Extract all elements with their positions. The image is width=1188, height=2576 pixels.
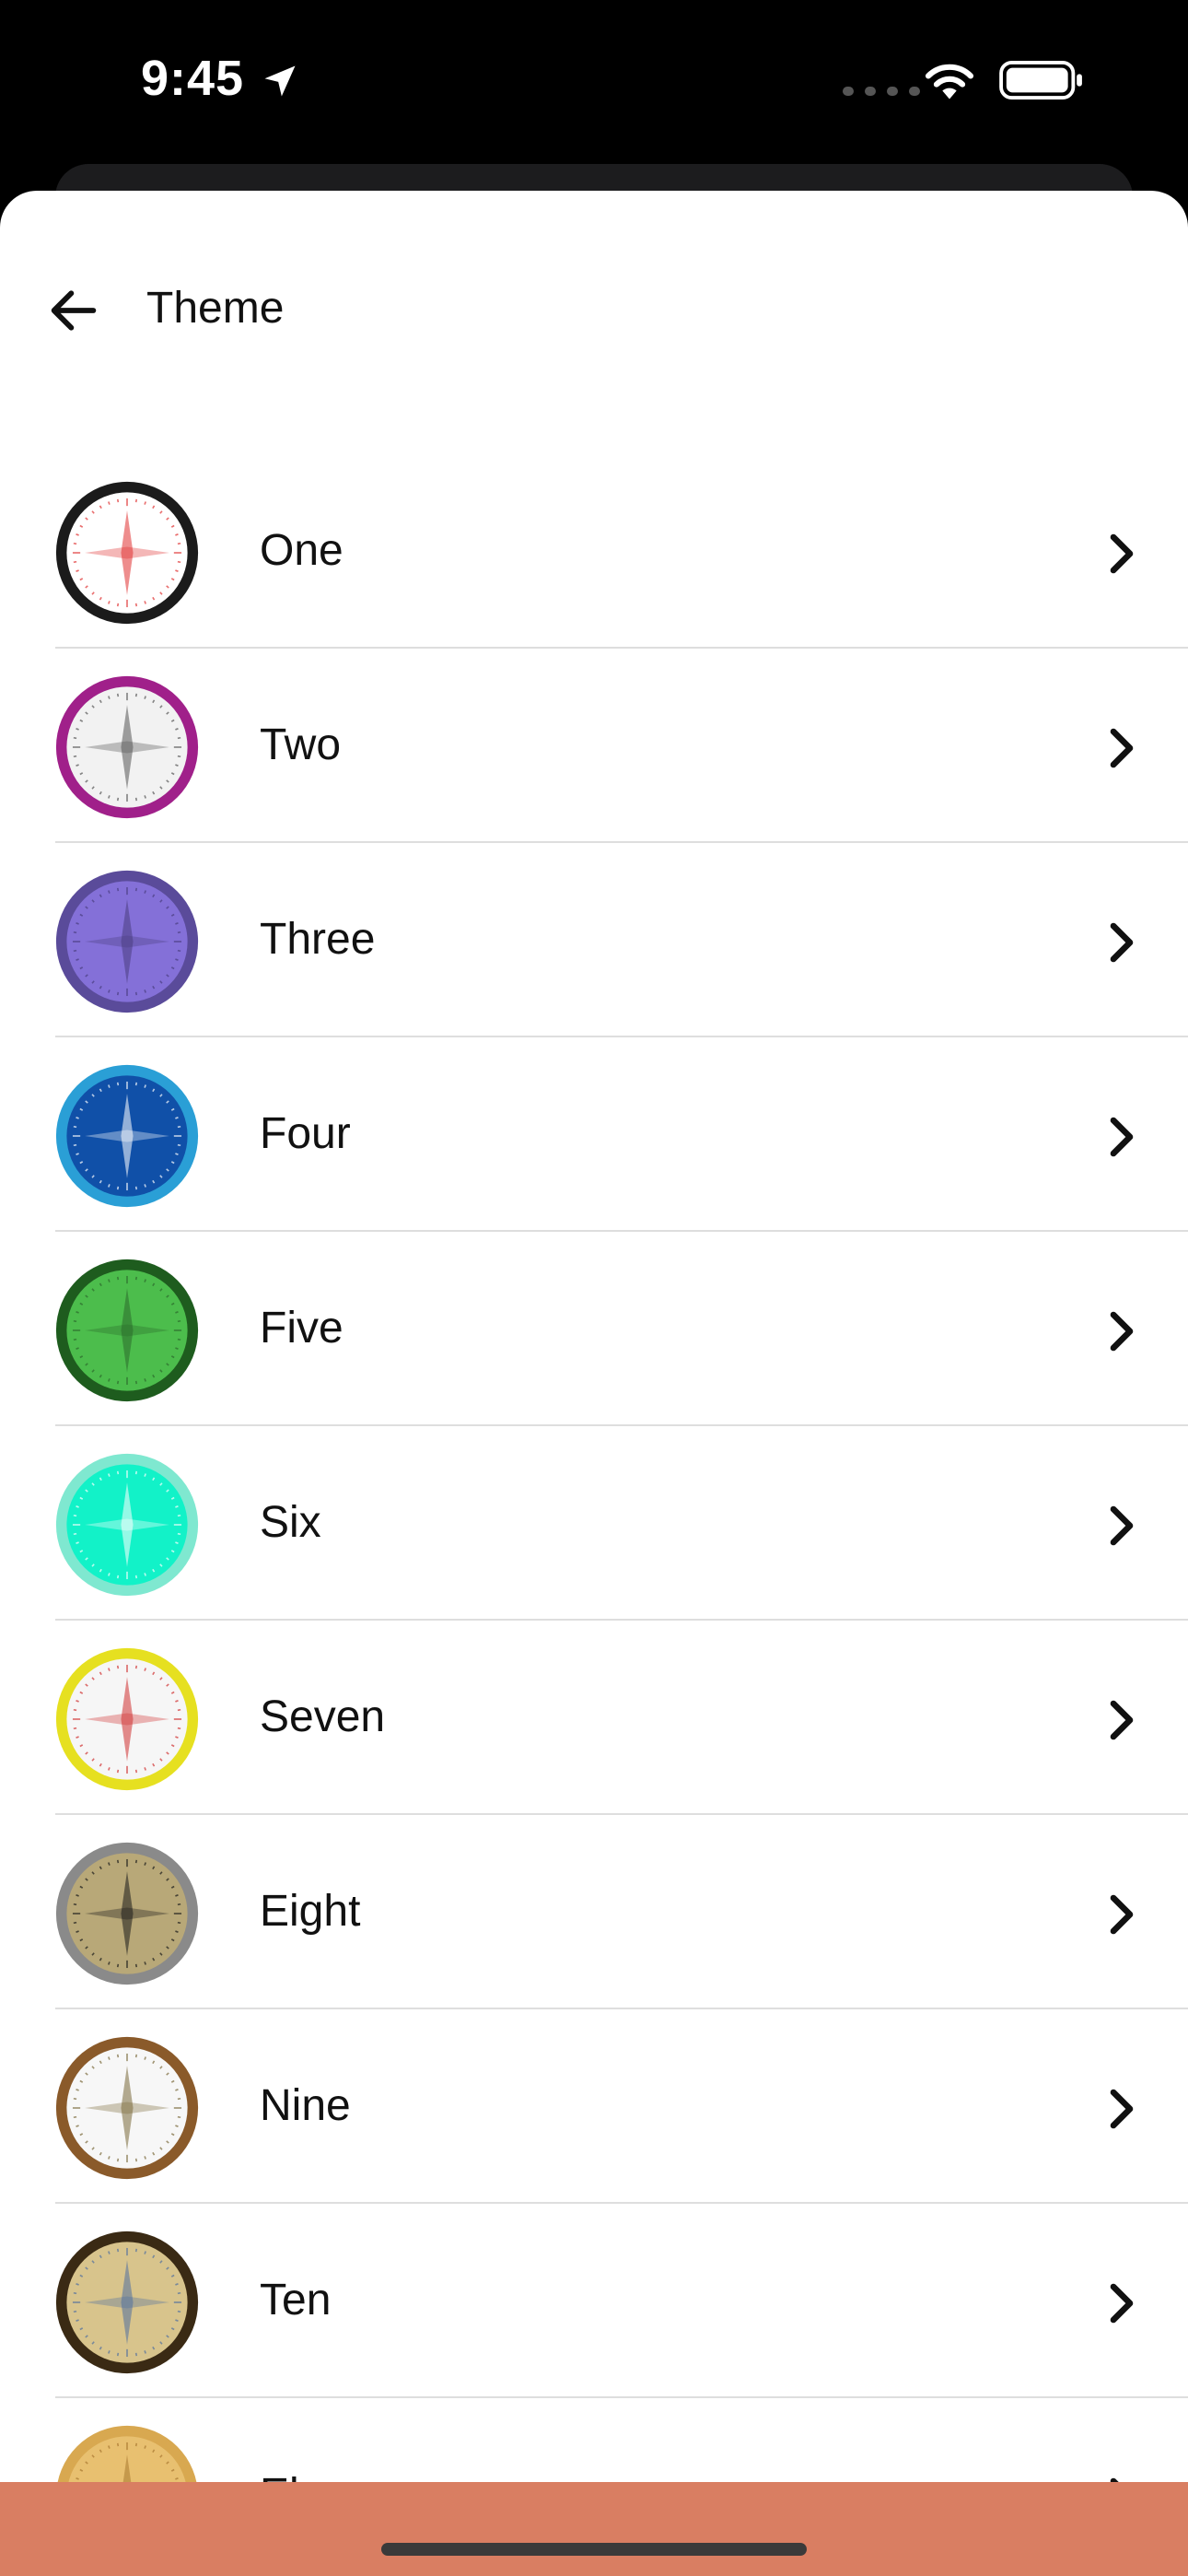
theme-label: Two: [260, 720, 342, 769]
theme-label: Three: [260, 915, 376, 964]
chevron-right-icon: [1110, 2283, 1134, 2324]
theme-row-ten[interactable]: Ten: [0, 2204, 1188, 2398]
chevron-right-icon: [1110, 1311, 1134, 1352]
status-time: 9:45: [141, 51, 245, 106]
theme-label: Seven: [260, 1692, 386, 1741]
chevron-right-icon: [1110, 1700, 1134, 1740]
compass-thumbnail-icon: [55, 1647, 199, 1791]
page-title: Theme: [146, 284, 285, 333]
location-arrow-icon: [264, 65, 296, 97]
compass-thumbnail-icon: [55, 1259, 199, 1402]
theme-label: Eight: [260, 1887, 361, 1936]
theme-row-five[interactable]: Five: [0, 1232, 1188, 1426]
chevron-right-icon: [1110, 728, 1134, 768]
header: Theme: [0, 191, 1188, 375]
chevron-right-icon: [1110, 533, 1134, 574]
theme-row-four[interactable]: Four: [0, 1037, 1188, 1232]
theme-label: Five: [260, 1304, 344, 1352]
theme-label: Ten: [260, 2276, 332, 2324]
compass-thumbnail-icon: [55, 481, 199, 625]
bottom-bar: [0, 2482, 1188, 2576]
compass-thumbnail-icon: [55, 2231, 199, 2374]
theme-row-nine[interactable]: Nine: [0, 2009, 1188, 2204]
theme-row-one[interactable]: One: [0, 454, 1188, 649]
chevron-right-icon: [1110, 922, 1134, 963]
theme-row-eight[interactable]: Eight: [0, 1815, 1188, 2009]
theme-row-three[interactable]: Three: [0, 843, 1188, 1037]
cellular-signal-icon: [843, 87, 920, 96]
compass-thumbnail-icon: [55, 1453, 199, 1597]
compass-thumbnail-icon: [55, 870, 199, 1013]
theme-row-seven[interactable]: Seven: [0, 1621, 1188, 1815]
theme-label: Four: [260, 1109, 351, 1158]
theme-label: Nine: [260, 2081, 351, 2130]
home-indicator[interactable]: [381, 2543, 807, 2556]
chevron-right-icon: [1110, 1505, 1134, 1546]
theme-row-two[interactable]: Two: [0, 649, 1188, 843]
compass-thumbnail-icon: [55, 2036, 199, 2180]
theme-sheet: Theme One Two Three Four Five Six Seven …: [0, 191, 1188, 2576]
compass-thumbnail-icon: [55, 1064, 199, 1208]
theme-label: One: [260, 526, 344, 575]
compass-thumbnail-icon: [55, 675, 199, 819]
wifi-icon: [925, 64, 974, 100]
chevron-right-icon: [1110, 1117, 1134, 1157]
theme-list: One Two Three Four Five Six Seven Eight …: [0, 454, 1188, 2576]
compass-thumbnail-icon: [55, 1842, 199, 1985]
status-bar: 9:45: [0, 0, 1188, 166]
theme-row-six[interactable]: Six: [0, 1426, 1188, 1621]
chevron-right-icon: [1110, 1894, 1134, 1935]
theme-label: Six: [260, 1498, 321, 1547]
battery-icon: [999, 61, 1082, 100]
arrow-left-icon[interactable]: [44, 281, 103, 340]
chevron-right-icon: [1110, 2089, 1134, 2129]
